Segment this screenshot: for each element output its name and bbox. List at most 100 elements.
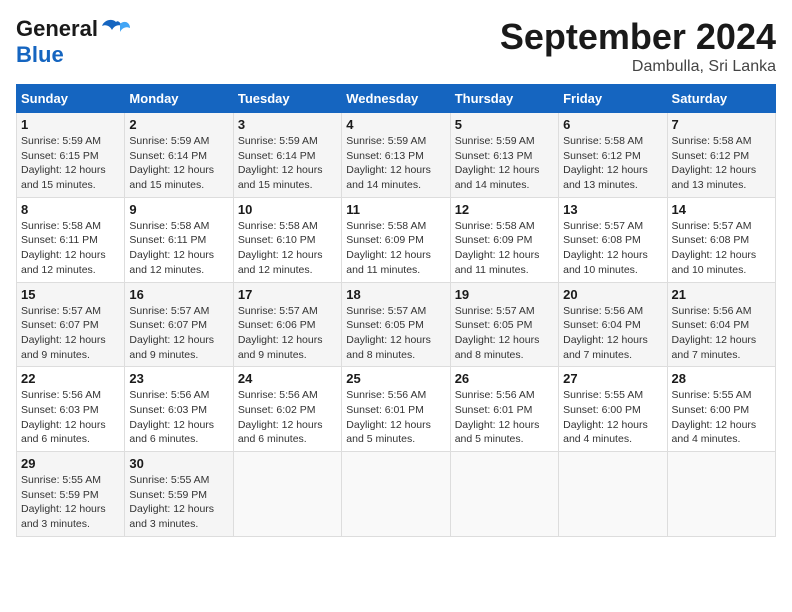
day-number: 7 [672,117,771,132]
calendar-cell: 10Sunrise: 5:58 AMSunset: 6:10 PMDayligh… [233,197,341,282]
calendar-cell: 11 Sunrise: 5:58 AMSunset: 6:09 PMDayligh… [342,197,450,282]
day-info: Sunrise: 5:55 AMSunset: 6:00 PMDaylight:… [672,388,771,447]
calendar-cell [559,452,667,537]
calendar-cell [667,452,775,537]
calendar-cell: 17 Sunrise: 5:57 AMSunset: 6:06 PMDayligh… [233,282,341,367]
day-info: Sunrise: 5:56 AMSunset: 6:03 PMDaylight:… [21,388,120,447]
day-number: 9 [129,202,228,217]
logo-bird-icon [102,18,130,40]
weekday-header-tuesday: Tuesday [233,85,341,113]
calendar-cell: 27 Sunrise: 5:55 AMSunset: 6:00 PMDayligh… [559,367,667,452]
day-info: Sunrise: 5:56 AMSunset: 6:04 PMDaylight:… [672,304,771,363]
day-number: 26 [455,371,554,386]
day-info: Sunrise: 5:59 AMSunset: 6:14 PMDaylight:… [129,134,228,193]
day-number: 22 [21,371,120,386]
day-number: 15 [21,287,120,302]
day-info: Sunrise: 5:57 AMSunset: 6:07 PMDaylight:… [129,304,228,363]
day-number: 11 [346,202,445,217]
day-info: Sunrise: 5:56 AMSunset: 6:04 PMDaylight:… [563,304,662,363]
day-number: 29 [21,456,120,471]
calendar-cell: 26Sunrise: 5:56 AMSunset: 6:01 PMDayligh… [450,367,558,452]
calendar-cell: 19Sunrise: 5:57 AMSunset: 6:05 PMDayligh… [450,282,558,367]
day-info: Sunrise: 5:58 AMSunset: 6:09 PMDaylight:… [455,219,554,278]
day-info: Sunrise: 5:57 AMSunset: 6:05 PMDaylight:… [455,304,554,363]
calendar-cell: 20 Sunrise: 5:56 AMSunset: 6:04 PMDayligh… [559,282,667,367]
calendar-cell: 9 Sunrise: 5:58 AMSunset: 6:11 PMDaylight… [125,197,233,282]
day-number: 20 [563,287,662,302]
calendar-week-row: 8 Sunrise: 5:58 AMSunset: 6:11 PMDaylight… [17,197,776,282]
day-info: Sunrise: 5:59 AMSunset: 6:14 PMDaylight:… [238,134,337,193]
day-info: Sunrise: 5:58 AMSunset: 6:10 PMDaylight:… [238,219,337,278]
day-number: 5 [455,117,554,132]
day-number: 30 [129,456,228,471]
calendar-week-row: 22 Sunrise: 5:56 AMSunset: 6:03 PMDayligh… [17,367,776,452]
calendar-cell: 21 Sunrise: 5:56 AMSunset: 6:04 PMDayligh… [667,282,775,367]
day-number: 18 [346,287,445,302]
weekday-header-thursday: Thursday [450,85,558,113]
weekday-header-row: SundayMondayTuesdayWednesdayThursdayFrid… [17,85,776,113]
calendar-cell [233,452,341,537]
day-info: Sunrise: 5:57 AMSunset: 6:05 PMDaylight:… [346,304,445,363]
weekday-header-friday: Friday [559,85,667,113]
day-number: 16 [129,287,228,302]
calendar-cell: 5 Sunrise: 5:59 AMSunset: 6:13 PMDaylight… [450,113,558,198]
calendar-cell: 24Sunrise: 5:56 AMSunset: 6:02 PMDayligh… [233,367,341,452]
location: Dambulla, Sri Lanka [500,58,776,76]
calendar-week-row: 1 Sunrise: 5:59 AMSunset: 6:15 PMDaylight… [17,113,776,198]
day-number: 28 [672,371,771,386]
logo-text-blue: Blue [16,42,64,68]
day-info: Sunrise: 5:58 AMSunset: 6:11 PMDaylight:… [21,219,120,278]
day-info: Sunrise: 5:58 AMSunset: 6:11 PMDaylight:… [129,219,228,278]
day-info: Sunrise: 5:55 AMSunset: 5:59 PMDaylight:… [129,473,228,532]
calendar-week-row: 29 Sunrise: 5:55 AMSunset: 5:59 PMDayligh… [17,452,776,537]
calendar-cell: 25Sunrise: 5:56 AMSunset: 6:01 PMDayligh… [342,367,450,452]
day-info: Sunrise: 5:58 AMSunset: 6:09 PMDaylight:… [346,219,445,278]
day-info: Sunrise: 5:56 AMSunset: 6:01 PMDaylight:… [346,388,445,447]
calendar-cell: 6Sunrise: 5:58 AMSunset: 6:12 PMDaylight… [559,113,667,198]
day-info: Sunrise: 5:59 AMSunset: 6:13 PMDaylight:… [455,134,554,193]
day-number: 14 [672,202,771,217]
calendar-cell: 22 Sunrise: 5:56 AMSunset: 6:03 PMDayligh… [17,367,125,452]
calendar-cell: 16 Sunrise: 5:57 AMSunset: 6:07 PMDayligh… [125,282,233,367]
day-number: 27 [563,371,662,386]
weekday-header-wednesday: Wednesday [342,85,450,113]
calendar-cell: 29 Sunrise: 5:55 AMSunset: 5:59 PMDayligh… [17,452,125,537]
day-info: Sunrise: 5:59 AMSunset: 6:15 PMDaylight:… [21,134,120,193]
page-header: General Blue September 2024 Dambulla, Sr… [16,16,776,76]
day-info: Sunrise: 5:55 AMSunset: 6:00 PMDaylight:… [563,388,662,447]
weekday-header-saturday: Saturday [667,85,775,113]
day-number: 13 [563,202,662,217]
logo: General Blue [16,16,130,68]
calendar-cell: 28 Sunrise: 5:55 AMSunset: 6:00 PMDayligh… [667,367,775,452]
day-number: 23 [129,371,228,386]
day-info: Sunrise: 5:57 AMSunset: 6:06 PMDaylight:… [238,304,337,363]
calendar-cell [342,452,450,537]
day-info: Sunrise: 5:57 AMSunset: 6:07 PMDaylight:… [21,304,120,363]
calendar-cell: 7 Sunrise: 5:58 AMSunset: 6:12 PMDaylight… [667,113,775,198]
day-info: Sunrise: 5:56 AMSunset: 6:03 PMDaylight:… [129,388,228,447]
day-number: 1 [21,117,120,132]
calendar-cell: 18 Sunrise: 5:57 AMSunset: 6:05 PMDayligh… [342,282,450,367]
title-block: September 2024 Dambulla, Sri Lanka [500,16,776,76]
month-title: September 2024 [500,16,776,58]
day-info: Sunrise: 5:59 AMSunset: 6:13 PMDaylight:… [346,134,445,193]
weekday-header-sunday: Sunday [17,85,125,113]
weekday-header-monday: Monday [125,85,233,113]
calendar-cell: 12 Sunrise: 5:58 AMSunset: 6:09 PMDayligh… [450,197,558,282]
calendar-cell: 13 Sunrise: 5:57 AMSunset: 6:08 PMDayligh… [559,197,667,282]
day-info: Sunrise: 5:57 AMSunset: 6:08 PMDaylight:… [672,219,771,278]
day-number: 17 [238,287,337,302]
day-number: 12 [455,202,554,217]
day-info: Sunrise: 5:57 AMSunset: 6:08 PMDaylight:… [563,219,662,278]
day-number: 24 [238,371,337,386]
calendar-cell [450,452,558,537]
day-info: Sunrise: 5:58 AMSunset: 6:12 PMDaylight:… [672,134,771,193]
calendar-cell: 15 Sunrise: 5:57 AMSunset: 6:07 PMDayligh… [17,282,125,367]
calendar-table: SundayMondayTuesdayWednesdayThursdayFrid… [16,84,776,537]
day-info: Sunrise: 5:55 AMSunset: 5:59 PMDaylight:… [21,473,120,532]
logo-text-general: General [16,16,98,42]
calendar-cell: 30 Sunrise: 5:55 AMSunset: 5:59 PMDayligh… [125,452,233,537]
day-number: 8 [21,202,120,217]
day-number: 4 [346,117,445,132]
day-number: 21 [672,287,771,302]
